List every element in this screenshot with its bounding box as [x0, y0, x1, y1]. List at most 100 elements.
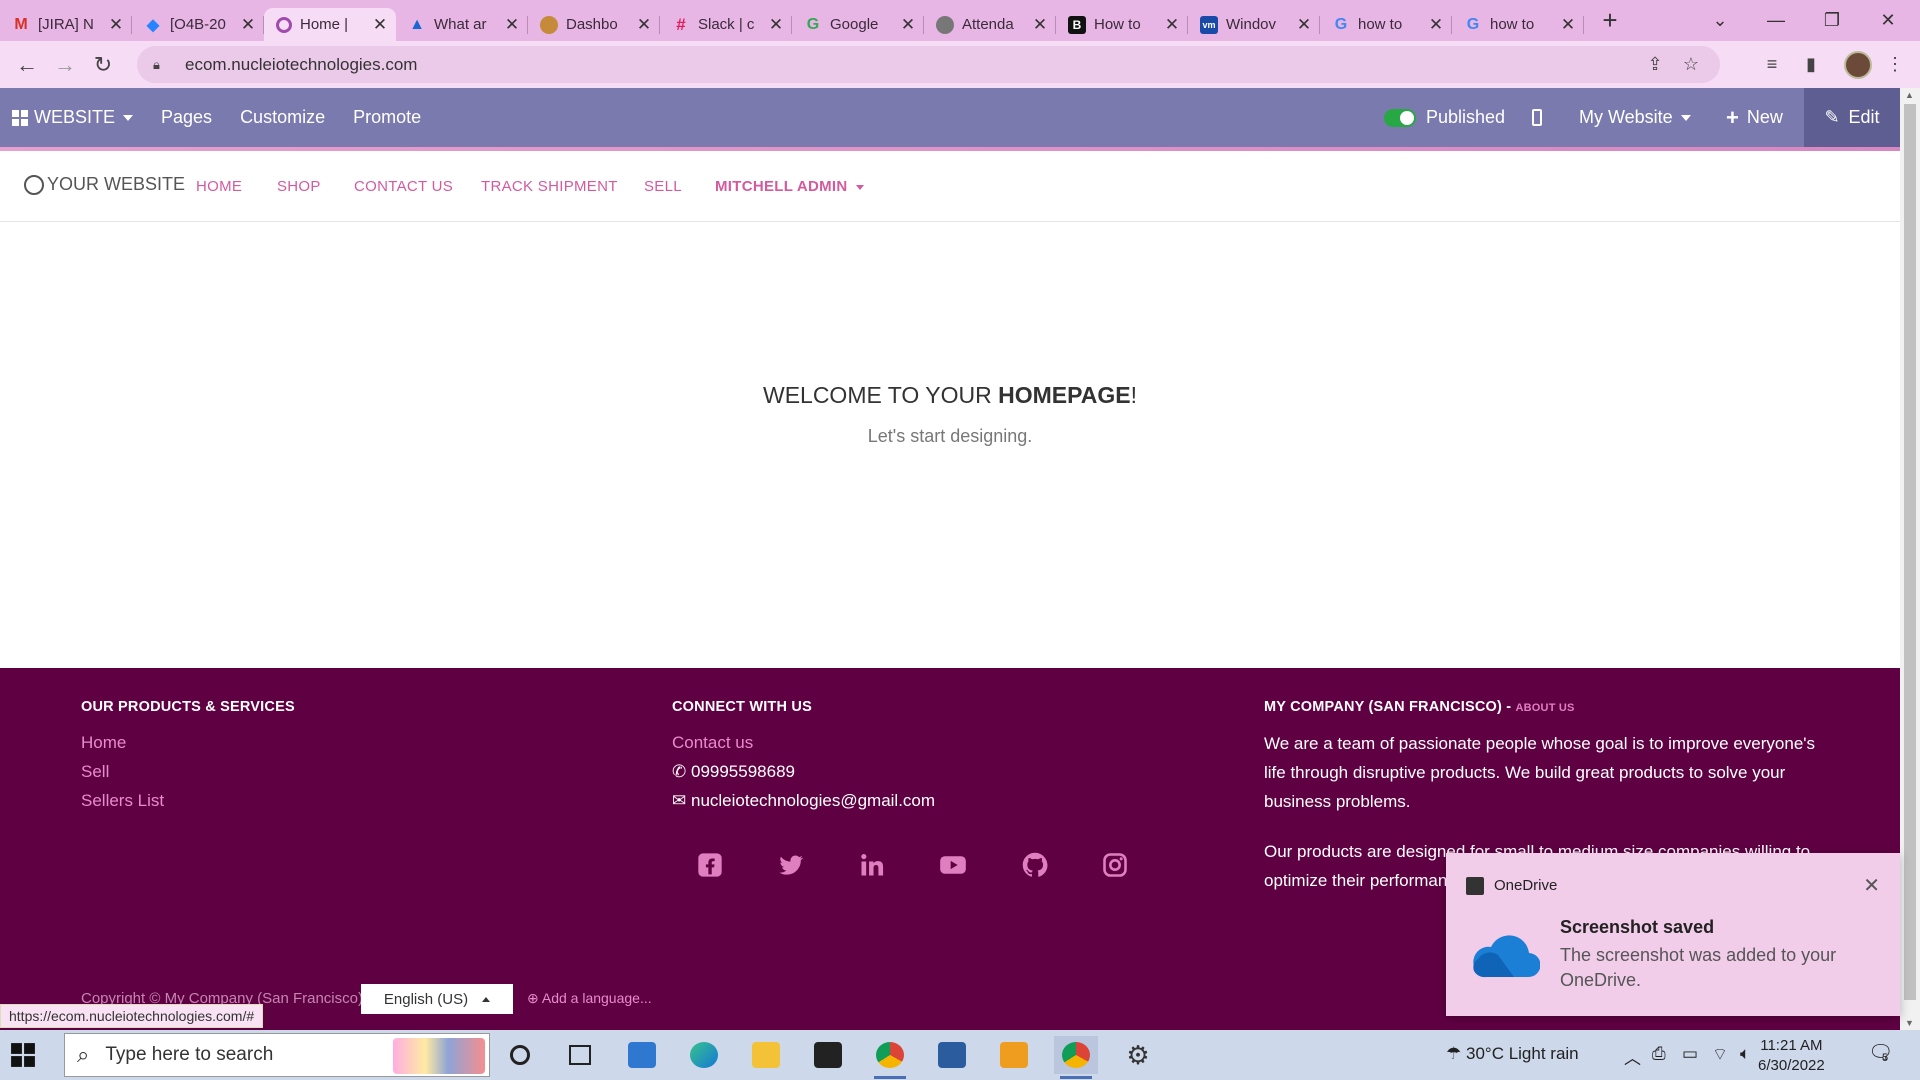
- customize-menu[interactable]: Customize: [226, 88, 339, 147]
- page-scrollbar[interactable]: ▲ ▼: [1900, 88, 1920, 1030]
- close-icon[interactable]: ✕: [636, 15, 652, 35]
- nav-user-menu[interactable]: MITCHELL ADMIN: [715, 178, 864, 195]
- tab-search-icon[interactable]: ⌄: [1692, 0, 1748, 41]
- close-window-button[interactable]: ✕: [1860, 0, 1916, 41]
- sublime-icon[interactable]: [992, 1036, 1036, 1074]
- footer-email[interactable]: ✉ nucleiotechnologies@gmail.com: [672, 786, 935, 815]
- profile-avatar[interactable]: [1844, 51, 1872, 79]
- youtube-icon[interactable]: [938, 850, 968, 880]
- close-icon[interactable]: ✕: [768, 15, 784, 35]
- bookmark-star-icon[interactable]: ☆: [1676, 46, 1706, 83]
- linkedin-icon[interactable]: [857, 850, 887, 880]
- browser-tab[interactable]: Dashbo ✕: [528, 8, 660, 41]
- battery-icon[interactable]: ▭: [1682, 1044, 1698, 1064]
- menu-kebab-icon[interactable]: ⋮: [1880, 46, 1910, 83]
- nav-sell[interactable]: SELL: [644, 178, 682, 195]
- browser-tab[interactable]: # Slack | c ✕: [660, 8, 792, 41]
- reading-list-icon[interactable]: ≡: [1757, 46, 1787, 83]
- browser-tab-active[interactable]: Home | ✕: [264, 8, 396, 41]
- my-website-menu[interactable]: My Website: [1565, 88, 1705, 147]
- close-icon[interactable]: ✕: [1863, 873, 1880, 898]
- close-icon[interactable]: ✕: [108, 15, 124, 35]
- browser-tab[interactable]: Ghow to ✕: [1320, 8, 1452, 41]
- reload-icon[interactable]: ↻: [84, 46, 122, 84]
- taskbar-search-box[interactable]: ⌕ Type here to search: [64, 1033, 490, 1077]
- task-view-icon[interactable]: [558, 1036, 602, 1074]
- browser-tab[interactable]: Attenda ✕: [924, 8, 1056, 41]
- nav-shop[interactable]: SHOP: [277, 178, 321, 195]
- browser-tab[interactable]: G Google ✕: [792, 8, 924, 41]
- chrome-icon[interactable]: [1054, 1036, 1098, 1079]
- onedrive-notification[interactable]: OneDrive ✕ Screenshot saved The screensh…: [1446, 853, 1900, 1016]
- promote-menu[interactable]: Promote: [339, 88, 435, 147]
- lock-icon[interactable]: 🔒︎: [153, 57, 167, 73]
- close-icon[interactable]: ✕: [504, 15, 520, 35]
- restore-button[interactable]: ❐: [1804, 0, 1860, 41]
- close-icon[interactable]: ✕: [1428, 15, 1444, 35]
- close-icon[interactable]: ✕: [372, 15, 388, 35]
- tray-chevron-up-icon[interactable]: ︿: [1624, 1044, 1641, 1069]
- file-explorer-icon[interactable]: [744, 1036, 788, 1074]
- browser-tab[interactable]: Ghow to ✕: [1452, 8, 1584, 41]
- published-toggle[interactable]: Published: [1370, 88, 1519, 147]
- close-icon[interactable]: ✕: [1164, 15, 1180, 35]
- side-panel-icon[interactable]: ▮: [1796, 46, 1826, 83]
- nav-track-shipment[interactable]: TRACK SHIPMENT: [481, 178, 618, 195]
- wifi-icon[interactable]: ⌔: [1712, 1044, 1728, 1065]
- browser-tab[interactable]: B How to ✕: [1056, 8, 1188, 41]
- footer-contact-link[interactable]: Contact us: [672, 733, 753, 753]
- language-selector[interactable]: English (US): [361, 984, 513, 1014]
- scroll-down-icon[interactable]: ▼: [1905, 1018, 1914, 1028]
- twitter-icon[interactable]: [776, 850, 806, 880]
- chrome-profile-icon[interactable]: [868, 1036, 912, 1079]
- edge-icon[interactable]: [682, 1036, 726, 1074]
- footer-link-sell[interactable]: Sell: [81, 762, 109, 782]
- scroll-up-icon[interactable]: ▲: [1905, 90, 1914, 100]
- footer-link-home[interactable]: Home: [81, 733, 126, 753]
- notifications-icon[interactable]: 🗨︎ 5: [1868, 1040, 1893, 1065]
- back-icon[interactable]: ←: [8, 46, 46, 84]
- scrollbar-thumb[interactable]: [1904, 104, 1916, 1000]
- browser-tab[interactable]: ◆ [O4B-20 ✕: [132, 8, 264, 41]
- website-menu[interactable]: WEBSITE: [0, 88, 147, 147]
- close-icon[interactable]: ✕: [240, 15, 256, 35]
- share-icon[interactable]: ⇪: [1640, 46, 1670, 83]
- close-icon[interactable]: ✕: [1296, 15, 1312, 35]
- taskbar-clock[interactable]: 11:21 AM 6/30/2022: [1758, 1036, 1825, 1076]
- instagram-icon[interactable]: [1100, 850, 1130, 880]
- close-icon[interactable]: ✕: [1032, 15, 1048, 35]
- weather-widget[interactable]: ☂ 30°C Light rain: [1446, 1044, 1579, 1064]
- new-button[interactable]: + New: [1712, 88, 1797, 147]
- about-us-link[interactable]: ABOUT US: [1516, 702, 1575, 714]
- add-language-link[interactable]: ⊕ Add a language...: [527, 990, 652, 1007]
- edit-button[interactable]: ✎ Edit: [1804, 88, 1900, 147]
- close-icon[interactable]: ✕: [1560, 15, 1576, 35]
- settings-gear-icon[interactable]: ⚙: [1116, 1036, 1160, 1074]
- windows-start-icon[interactable]: [10, 1042, 36, 1068]
- mail-icon[interactable]: [620, 1036, 664, 1074]
- virtualbox-icon[interactable]: [930, 1036, 974, 1074]
- github-icon[interactable]: [1020, 850, 1050, 880]
- site-logo[interactable]: YOUR WEBSITE: [24, 174, 185, 195]
- phone-icon: ✆: [672, 762, 687, 781]
- meet-now-icon[interactable]: ⎙: [1652, 1044, 1666, 1064]
- cortana-icon[interactable]: [498, 1036, 542, 1074]
- url-bar[interactable]: 🔒︎ ecom.nucleiotechnologies.com ⇪ ☆: [137, 46, 1720, 83]
- footer-link-sellers-list[interactable]: Sellers List: [81, 791, 164, 811]
- terminal-icon[interactable]: [806, 1036, 850, 1074]
- browser-tab[interactable]: vm Windov ✕: [1188, 8, 1320, 41]
- nav-home[interactable]: HOME: [196, 178, 242, 195]
- volume-icon[interactable]: 🔈︎: [1740, 1044, 1750, 1064]
- mobile-preview-icon[interactable]: [1518, 88, 1556, 147]
- toggle-switch[interactable]: [1384, 108, 1416, 127]
- browser-tab[interactable]: ▲ What ar ✕: [396, 8, 528, 41]
- facebook-icon[interactable]: [695, 850, 725, 880]
- nav-contact-us[interactable]: CONTACT US: [354, 178, 453, 195]
- minimize-button[interactable]: —: [1748, 0, 1804, 41]
- pages-menu[interactable]: Pages: [147, 88, 226, 147]
- browser-tab[interactable]: M [JIRA] N ✕: [0, 8, 132, 41]
- new-tab-button[interactable]: +: [1590, 5, 1630, 36]
- forward-icon[interactable]: →: [46, 46, 84, 84]
- close-icon[interactable]: ✕: [900, 15, 916, 35]
- plus-icon: +: [1726, 104, 1739, 130]
